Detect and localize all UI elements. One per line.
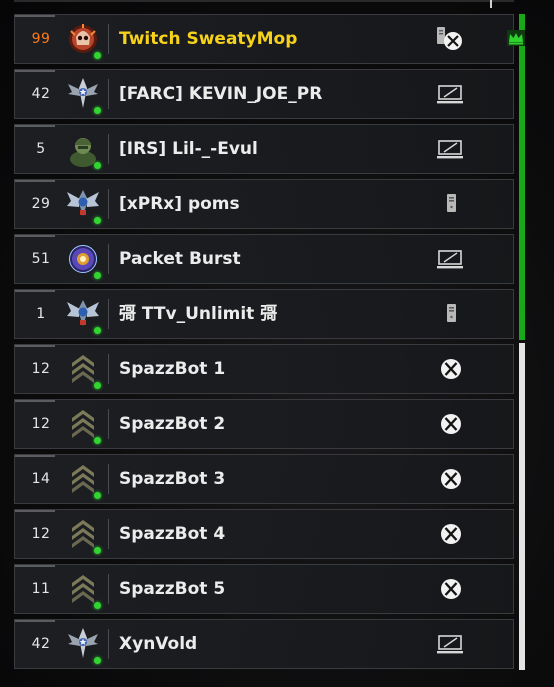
- mnk-icon: [435, 631, 467, 657]
- sergeant-chevron-icon: [67, 516, 99, 552]
- player-name[interactable]: SpazzBot 5: [119, 565, 225, 613]
- player-level: 99: [31, 31, 51, 47]
- player-row[interactable]: 5 [IRS] Lil-_-Evul: [14, 124, 514, 174]
- online-status-icon: [94, 657, 101, 664]
- player-level: 29: [31, 196, 51, 212]
- row-divider: [108, 244, 109, 274]
- player-level: 51: [31, 251, 51, 267]
- player-name[interactable]: 彁 TTv_Unlimit 彁: [119, 290, 277, 338]
- xbox-icon: [435, 576, 467, 602]
- prestige-skull-emblem-icon: [67, 21, 99, 57]
- row-divider: [108, 629, 109, 659]
- sergeant-chevron-icon: [67, 351, 99, 387]
- player-row[interactable]: 29 [xPRx] poms: [14, 179, 514, 229]
- player-row[interactable]: 14 SpazzBot 3: [14, 454, 514, 504]
- online-status-icon: [94, 382, 101, 389]
- player-row[interactable]: 1 彁 TTv_Unlimit 彁: [14, 289, 514, 339]
- sergeant-chevron-icon: [67, 406, 99, 442]
- player-name[interactable]: SpazzBot 4: [119, 510, 225, 558]
- row-divider: [108, 79, 109, 109]
- online-status-icon: [94, 492, 101, 499]
- player-name[interactable]: SpazzBot 2: [119, 400, 225, 448]
- xbox-icon: [435, 521, 467, 547]
- row-divider: [108, 464, 109, 494]
- player-level: 12: [31, 416, 51, 432]
- online-status-icon: [94, 217, 101, 224]
- xbox-icon: [435, 411, 467, 437]
- player-level: 11: [31, 581, 51, 597]
- lobby-top-marker: [490, 0, 492, 8]
- online-status-icon: [94, 52, 101, 59]
- row-divider: [108, 354, 109, 384]
- player-level: 5: [36, 141, 46, 157]
- player-row[interactable]: 51 Packet Burst: [14, 234, 514, 284]
- sergeant-chevron-icon: [67, 461, 99, 497]
- online-status-icon: [94, 272, 101, 279]
- online-status-icon: [94, 602, 101, 609]
- row-divider: [108, 519, 109, 549]
- row-divider: [108, 299, 109, 329]
- player-row[interactable]: 42 XynVold: [14, 619, 514, 669]
- soldier-portrait-icon: [67, 131, 99, 167]
- purple-orb-emblem-icon: [67, 241, 99, 277]
- player-level: 42: [31, 636, 51, 652]
- winged-star-rank-icon: [67, 626, 99, 662]
- party-leader-crown-icon: [507, 30, 525, 46]
- mnk-icon: [435, 81, 467, 107]
- player-level: 12: [31, 361, 51, 377]
- player-name[interactable]: SpazzBot 3: [119, 455, 225, 503]
- player-row[interactable]: 12 SpazzBot 1: [14, 344, 514, 394]
- online-status-icon: [94, 327, 101, 334]
- row-divider: [108, 574, 109, 604]
- player-name[interactable]: Twitch SweatyMop: [119, 15, 297, 63]
- online-status-icon: [94, 437, 101, 444]
- player-name[interactable]: SpazzBot 1: [119, 345, 225, 393]
- team-b-indicator-bar: [519, 343, 525, 670]
- lobby-player-list: 99 Twitch SweatyMop 42 [FARC] KEVIN_JOE_…: [14, 14, 525, 674]
- lobby-top-border: [14, 0, 514, 2]
- team-a-indicator-bar: [519, 14, 525, 340]
- player-row[interactable]: 42 [FARC] KEVIN_JOE_PR: [14, 69, 514, 119]
- player-level: 12: [31, 526, 51, 542]
- winged-eagle-rank-icon: [67, 296, 99, 332]
- row-divider: [108, 24, 109, 54]
- online-status-icon: [94, 547, 101, 554]
- row-divider: [108, 189, 109, 219]
- player-row[interactable]: 12 SpazzBot 4: [14, 509, 514, 559]
- player-name[interactable]: Packet Burst: [119, 235, 241, 283]
- mnk-icon: [435, 136, 467, 162]
- xbox-icon: [435, 466, 467, 492]
- player-level: 14: [31, 471, 51, 487]
- pc-tower-icon: [435, 301, 467, 327]
- player-name[interactable]: [IRS] Lil-_-Evul: [119, 125, 258, 173]
- sergeant-chevron-icon: [67, 571, 99, 607]
- winged-eagle-rank-icon: [67, 186, 99, 222]
- mnk-icon: [435, 246, 467, 272]
- player-name[interactable]: [xPRx] poms: [119, 180, 240, 228]
- online-status-icon: [94, 107, 101, 114]
- player-row[interactable]: 12 SpazzBot 2: [14, 399, 514, 449]
- pc-xbox-crossplay-icon: [435, 26, 467, 52]
- player-level: 42: [31, 86, 51, 102]
- winged-star-rank-icon: [67, 76, 99, 112]
- player-row[interactable]: 99 Twitch SweatyMop: [14, 14, 525, 64]
- player-name[interactable]: XynVold: [119, 620, 197, 668]
- row-divider: [108, 134, 109, 164]
- row-divider: [108, 409, 109, 439]
- player-level: 1: [36, 306, 46, 322]
- xbox-icon: [435, 356, 467, 382]
- player-name[interactable]: [FARC] KEVIN_JOE_PR: [119, 70, 322, 118]
- pc-tower-icon: [435, 191, 467, 217]
- online-status-icon: [94, 162, 101, 169]
- player-row[interactable]: 11 SpazzBot 5: [14, 564, 514, 614]
